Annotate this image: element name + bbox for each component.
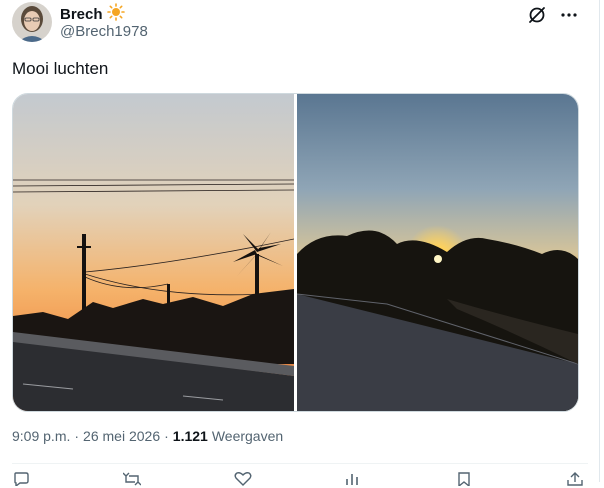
author-handle[interactable]: @Brech1978 (60, 23, 148, 40)
post-action-bar (12, 472, 584, 488)
sunset-photo-palm[interactable] (13, 94, 294, 411)
reply-icon[interactable] (12, 472, 30, 486)
avatar[interactable] (12, 2, 52, 42)
meta-separator: · (164, 428, 169, 444)
post-media (12, 93, 579, 412)
repost-icon[interactable] (122, 472, 141, 486)
meta-divider (12, 463, 588, 464)
post-time[interactable]: 9:09 p.m. (12, 428, 70, 444)
views-count: 1.121 (172, 428, 208, 444)
author-name[interactable]: Brech (60, 6, 103, 23)
post-meta: 9:09 p.m. · 26 mei 2026 · 1.121 Weergave… (12, 428, 283, 444)
sunset-photo-road[interactable] (297, 94, 578, 411)
post-date[interactable]: 26 mei 2026 (83, 428, 160, 444)
like-icon[interactable] (234, 472, 252, 486)
bookmark-icon[interactable] (455, 472, 473, 486)
views-icon[interactable] (344, 472, 362, 486)
post-text: Mooi luchten (12, 59, 109, 78)
share-icon[interactable] (566, 472, 584, 486)
right-border (599, 0, 600, 482)
meta-separator: · (74, 428, 80, 444)
views-label: Weergaven (211, 428, 284, 444)
post-top-actions (526, 4, 580, 26)
more-icon[interactable] (558, 4, 580, 26)
grok-icon[interactable] (526, 4, 548, 26)
